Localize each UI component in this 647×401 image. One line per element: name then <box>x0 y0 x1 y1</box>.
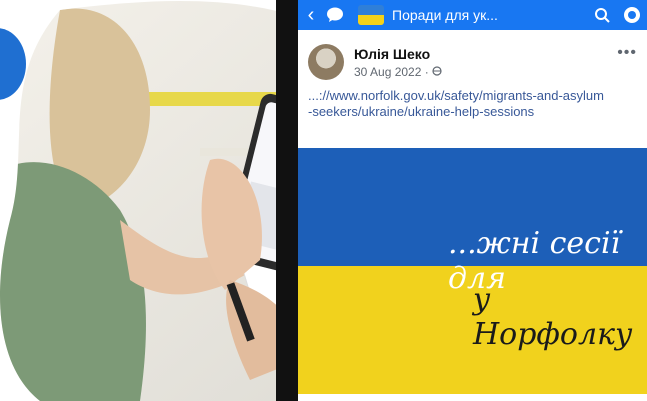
post-date: 30 Aug 2022 · <box>354 65 433 79</box>
facebook-screenshot-phone: ‹ Поради для ук... Юлія Шеко 30 Aug 2022… <box>276 0 647 401</box>
post-meta: 30 Aug 2022 · <box>354 65 442 79</box>
group-badge-icon[interactable] <box>617 6 647 24</box>
post-header: Юлія Шеко 30 Aug 2022 · ••• <box>308 44 637 84</box>
post-footer <box>298 394 647 401</box>
banner-text-line2: у Норфолку <box>473 282 633 352</box>
group-flag-avatar[interactable] <box>358 5 384 25</box>
more-options-icon[interactable]: ••• <box>617 44 637 62</box>
group-top-bar: ‹ Поради для ук... <box>298 0 647 30</box>
back-arrow-icon[interactable]: ‹ <box>298 1 324 29</box>
search-icon[interactable] <box>587 7 617 23</box>
post-link[interactable]: ...://www.norfolk.gov.uk/safety/migrants… <box>308 88 608 120</box>
avatar[interactable] <box>308 44 344 80</box>
chat-bubble-icon[interactable] <box>324 5 346 25</box>
group-title[interactable]: Поради для ук... <box>392 7 587 23</box>
post-banner-image[interactable]: ...жні сесії для у Норфолку <box>298 148 647 394</box>
post-author[interactable]: Юлія Шеко <box>354 46 430 62</box>
globe-icon <box>432 66 442 76</box>
post-card: Юлія Шеко 30 Aug 2022 · ••• ...://www.no… <box>298 30 647 401</box>
